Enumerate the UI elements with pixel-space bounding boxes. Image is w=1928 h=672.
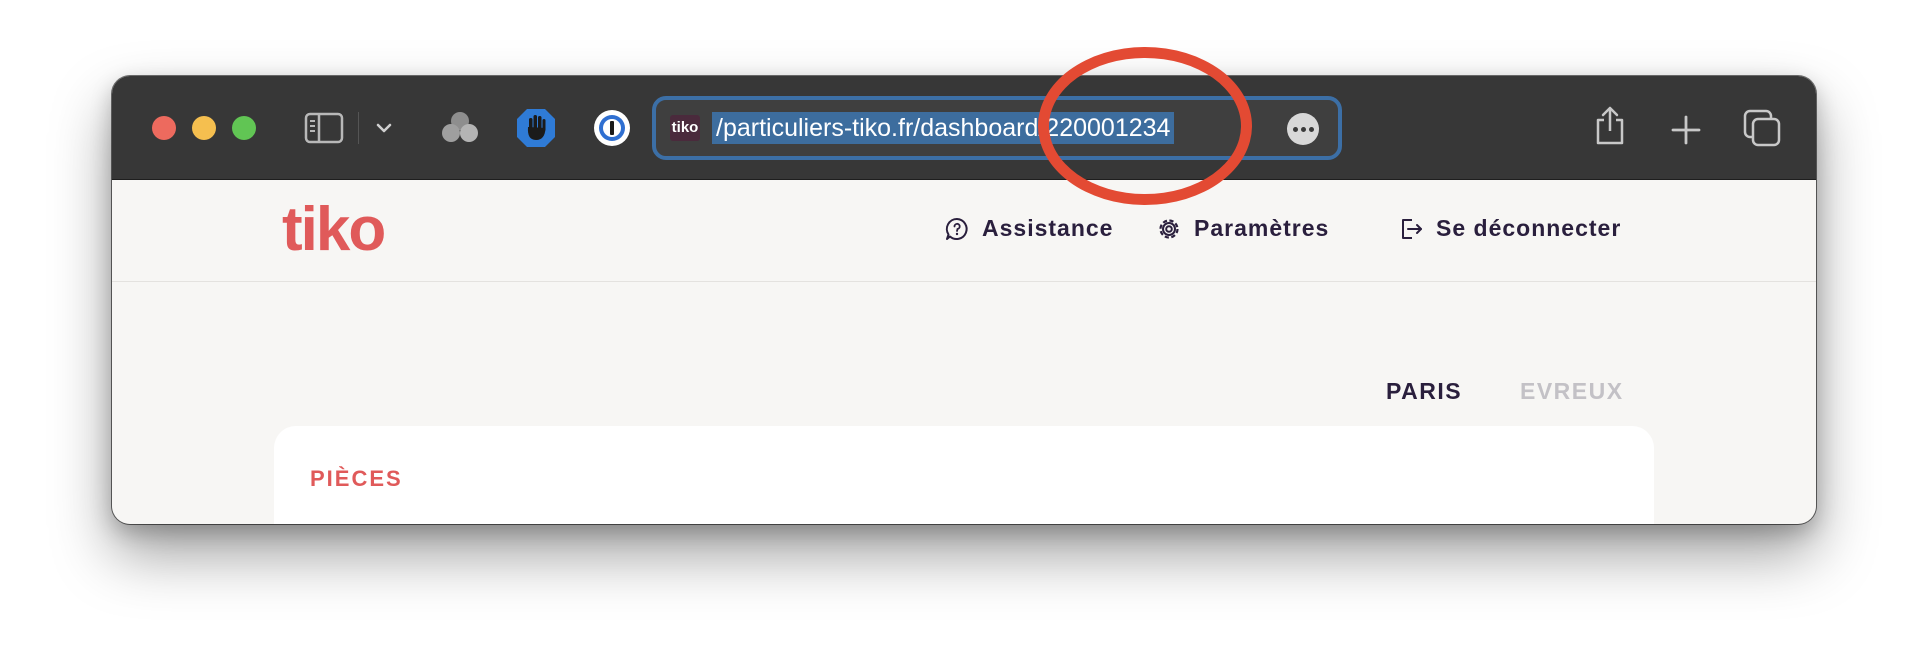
rooms-card-title: PIÈCES [310, 466, 403, 491]
hand-icon[interactable] [514, 106, 558, 150]
ellipsis-icon[interactable] [1287, 113, 1319, 145]
plus-icon[interactable] [1664, 108, 1708, 152]
nav-assistance[interactable]: Assistance [944, 215, 1113, 242]
help-chat-icon [945, 217, 968, 240]
nav-parametres-label: Paramètres [1194, 215, 1330, 241]
site-favicon: tiko [670, 115, 700, 141]
tiko-logo[interactable]: tiko [282, 199, 386, 261]
share-icon[interactable] [1588, 102, 1632, 150]
nav-parametres[interactable]: Paramètres [1156, 215, 1329, 242]
rooms-card: PIÈCES [274, 426, 1654, 524]
tabs-overview-icon[interactable] [1740, 106, 1784, 150]
nav-logout[interactable]: Se déconnecter [1398, 215, 1621, 242]
clover-icon[interactable] [438, 108, 482, 148]
password-manager-icon[interactable] [590, 106, 634, 150]
annotation-circle [1038, 47, 1252, 205]
logout-icon [1402, 218, 1422, 239]
zoom-window-button[interactable] [232, 116, 256, 140]
toolbar-divider [358, 112, 359, 144]
nav-logout-label: Se déconnecter [1436, 215, 1622, 241]
gear-icon [1159, 218, 1179, 239]
browser-window: tiko /particuliers-tiko.fr/dashboard/220… [112, 76, 1816, 524]
tab-evreux[interactable]: EVREUX [1520, 378, 1624, 405]
nav-assistance-label: Assistance [982, 215, 1114, 241]
tab-paris[interactable]: PARIS [1386, 378, 1462, 405]
minimize-window-button[interactable] [192, 116, 216, 140]
sidebar-icon[interactable] [304, 110, 344, 146]
close-window-button[interactable] [152, 116, 176, 140]
browser-toolbar: tiko /particuliers-tiko.fr/dashboard/220… [112, 76, 1816, 180]
site-header: tiko Assistance Paramètres Se déconnecte… [112, 181, 1816, 282]
chevron-down-icon[interactable] [370, 114, 398, 142]
